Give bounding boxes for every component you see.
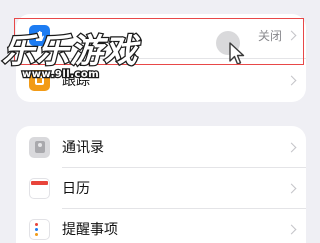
reminders-icon xyxy=(29,218,50,240)
chevron-right-icon xyxy=(286,142,297,152)
calendar-label: 日历 xyxy=(62,181,90,197)
reminders-label: 提醒事项 xyxy=(62,222,118,238)
chevron-right-icon xyxy=(286,30,297,40)
settings-screen: 关闭 跟踪 通讯录 日历 提醒事项 乐乐游戏 www.9ll.com xyxy=(0,0,320,243)
contacts-label: 通讯录 xyxy=(62,140,104,156)
watermark-url: www.9ll.com xyxy=(21,68,100,82)
watermark-title: 乐乐游戏 xyxy=(1,30,139,72)
contacts-row[interactable]: 通讯录 xyxy=(16,126,306,168)
contacts-icon xyxy=(29,136,50,158)
calendar-icon xyxy=(29,177,50,199)
chevron-right-icon xyxy=(286,224,297,234)
apps-group: 通讯录 日历 提醒事项 xyxy=(16,126,306,243)
chevron-right-icon xyxy=(286,75,297,85)
privacy-value: 关闭 xyxy=(257,28,282,43)
chevron-right-icon xyxy=(286,183,297,193)
calendar-row[interactable]: 日历 xyxy=(16,167,306,209)
cursor-arrow-icon xyxy=(229,42,245,65)
reminders-row[interactable]: 提醒事项 xyxy=(16,208,306,243)
